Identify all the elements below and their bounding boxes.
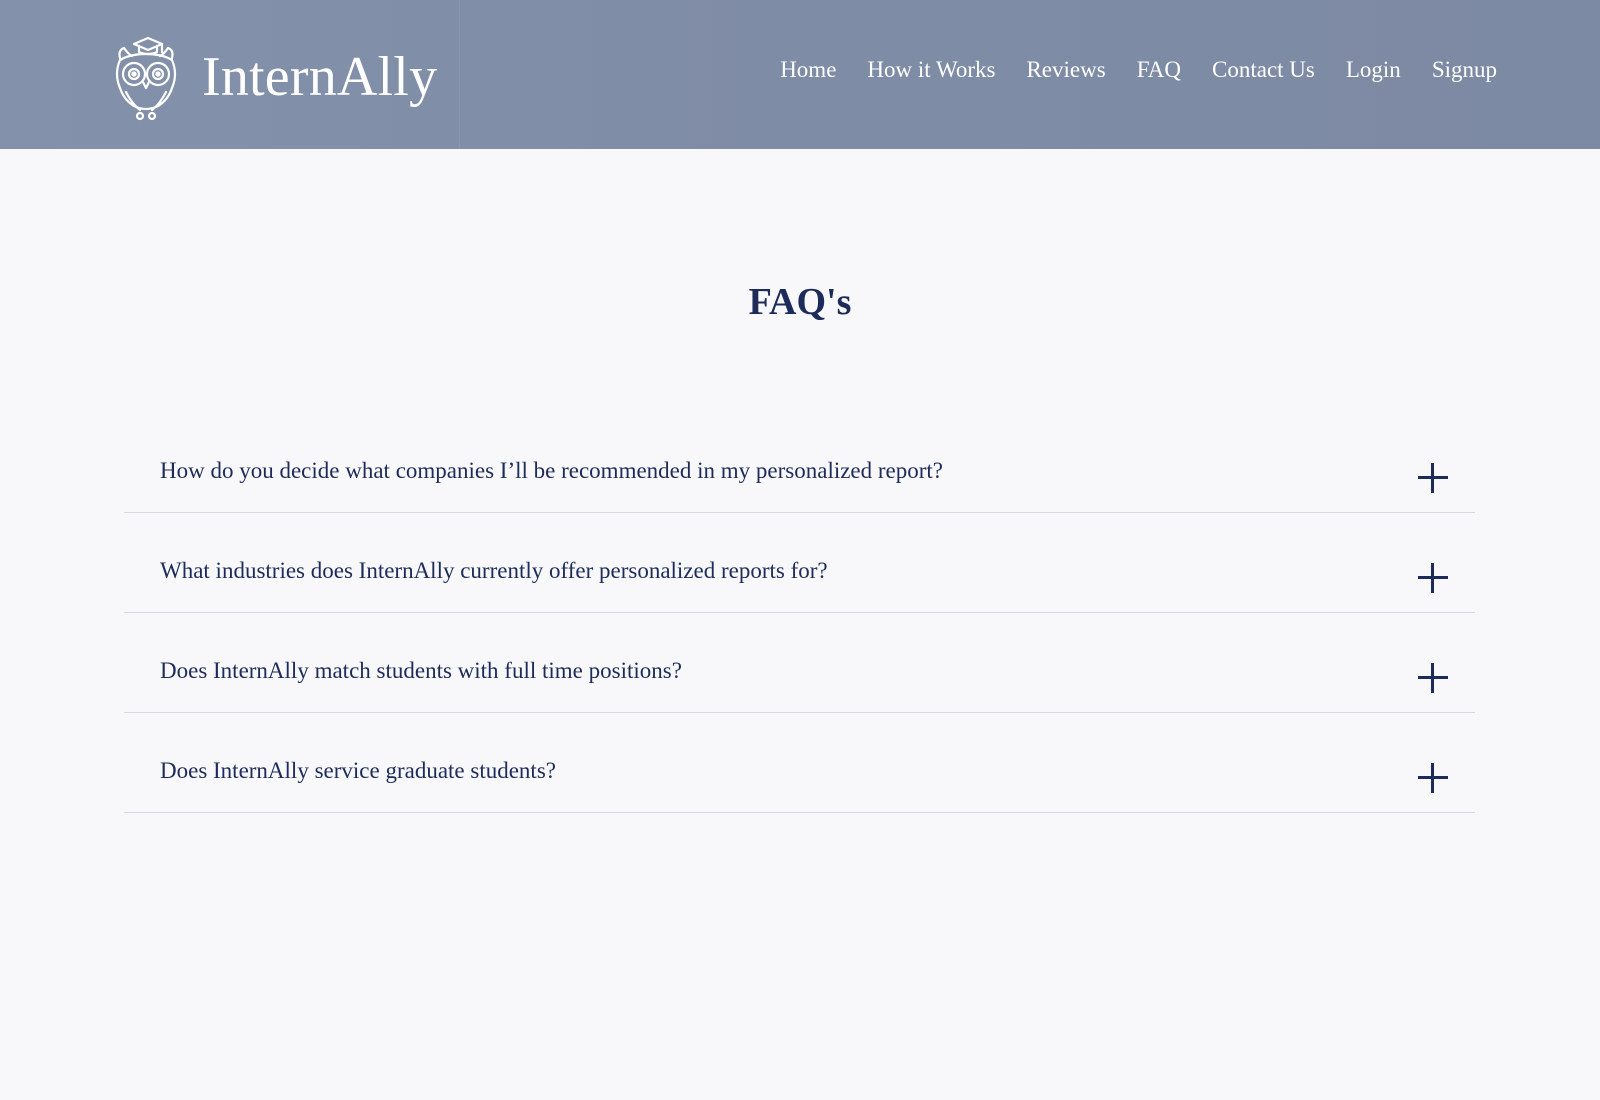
- faq-question: How do you decide what companies I’ll be…: [160, 458, 944, 483]
- header-divider: [459, 0, 460, 149]
- nav-link-faq[interactable]: FAQ: [1137, 58, 1181, 81]
- faq-item[interactable]: What industries does InternAlly currentl…: [124, 513, 1475, 613]
- nav-link-home[interactable]: Home: [780, 58, 836, 81]
- plus-icon[interactable]: [1418, 563, 1448, 593]
- plus-icon[interactable]: [1418, 463, 1448, 493]
- nav-link-reviews[interactable]: Reviews: [1026, 58, 1105, 81]
- nav-link-login[interactable]: Login: [1346, 58, 1401, 81]
- faq-item[interactable]: Does InternAlly service graduate student…: [124, 713, 1475, 813]
- faq-question: Does InternAlly service graduate student…: [160, 758, 556, 783]
- faq-item[interactable]: Does InternAlly match students with full…: [124, 613, 1475, 713]
- brand-name: InternAlly: [202, 46, 438, 108]
- nav-link-contact-us[interactable]: Contact Us: [1212, 58, 1315, 81]
- nav-link-signup[interactable]: Signup: [1432, 58, 1497, 81]
- owl-graduate-icon: [115, 36, 177, 121]
- faq-question: What industries does InternAlly currentl…: [160, 558, 828, 583]
- faq-item[interactable]: How do you decide what companies I’ll be…: [124, 413, 1475, 513]
- page-title: FAQ's: [748, 281, 852, 323]
- nav-link-how-it-works[interactable]: How it Works: [867, 58, 995, 81]
- plus-icon[interactable]: [1418, 663, 1448, 693]
- plus-icon[interactable]: [1418, 763, 1448, 793]
- faq-list: How do you decide what companies I’ll be…: [124, 413, 1475, 813]
- site-header: InternAlly Home How it Works Reviews FAQ…: [0, 0, 1600, 149]
- main-nav: Home How it Works Reviews FAQ Contact Us…: [780, 58, 1497, 81]
- faq-question: Does InternAlly match students with full…: [160, 658, 682, 683]
- brand-logo-link[interactable]: InternAlly: [112, 30, 437, 122]
